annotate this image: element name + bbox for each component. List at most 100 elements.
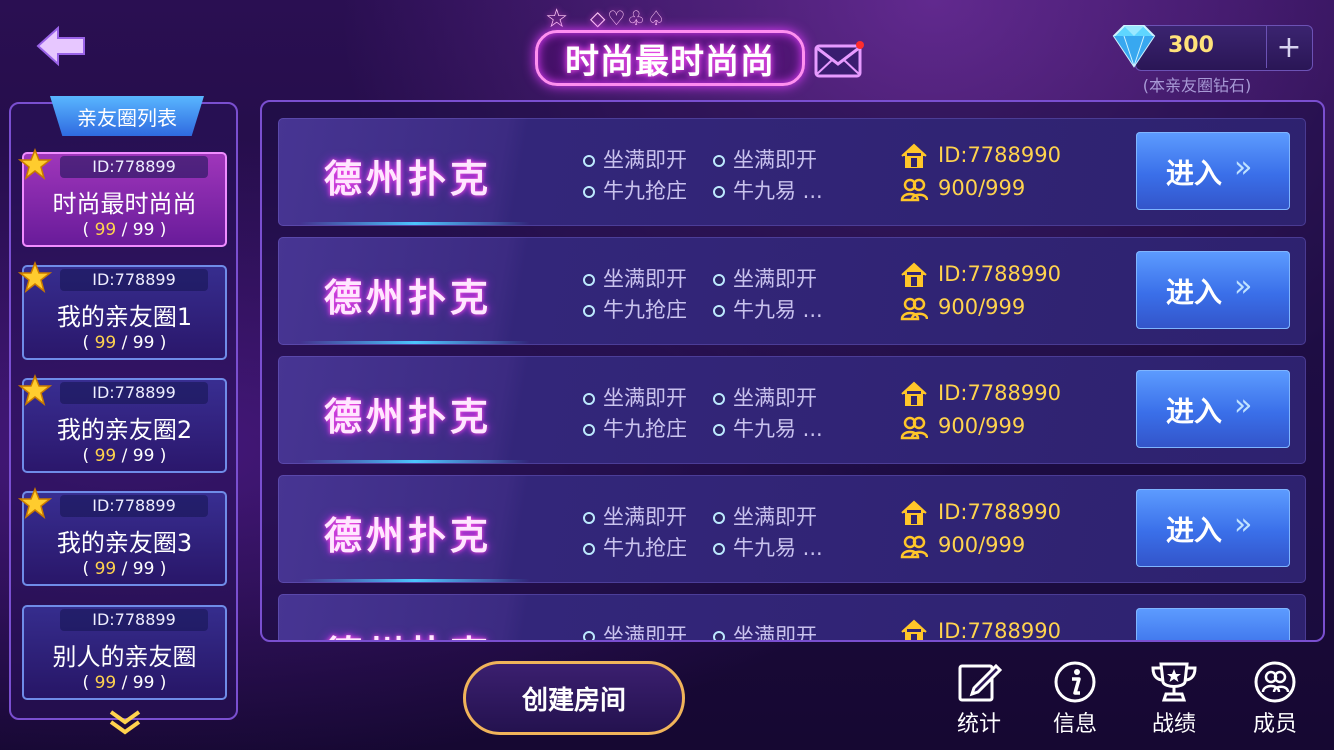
- circle-member-count: ( 99 / 99 ): [82, 446, 167, 466]
- edit-icon: [958, 663, 1002, 702]
- room-rule: 牛九易 ...: [713, 532, 823, 562]
- enter-label: 进入: [1166, 395, 1223, 428]
- enter-room-button[interactable]: 进入 »: [1136, 489, 1290, 567]
- circle-list-item[interactable]: ID:778899 我的亲友圈3 ( 99 / 99 ): [18, 487, 227, 586]
- people-icon: [900, 178, 929, 202]
- people-icon: [900, 297, 929, 321]
- enter-label: 进入: [1166, 514, 1223, 547]
- house-icon: [901, 619, 927, 640]
- circle-list-item[interactable]: ID:778899 我的亲友圈1 ( 99 / 99 ): [18, 261, 227, 360]
- nav-label: 战绩: [1151, 712, 1196, 737]
- room-rule: 牛九抢庄: [583, 413, 687, 443]
- circle-list-header: 亲友圈列表: [50, 96, 204, 136]
- circle-name: 我的亲友圈1: [56, 303, 193, 331]
- room-card: 德州扑克 坐满即开 坐满即开 牛九抢庄 牛九易 ... ID:7788990 9…: [278, 356, 1306, 464]
- nav-label: 成员: [1252, 712, 1297, 737]
- notification-dot: [856, 41, 864, 49]
- room-rule: 坐满即开: [583, 263, 687, 293]
- nav-info-button[interactable]: 信息: [1040, 660, 1110, 740]
- room-card: 德州扑克 坐满即开 坐满即开 牛九抢庄 牛九易 ... ID:7788990 9…: [278, 237, 1306, 345]
- house-icon: [901, 143, 927, 168]
- nav-members-button[interactable]: 成员: [1240, 660, 1310, 740]
- card-suits-decoration: ◇♡♧♤: [590, 6, 668, 30]
- info-icon: [1054, 661, 1096, 703]
- circle-name: 我的亲友圈2: [56, 416, 193, 444]
- people-icon: [900, 535, 929, 559]
- mail-button[interactable]: [814, 40, 864, 80]
- enter-room-button[interactable]: 进入 »: [1136, 370, 1290, 448]
- circle-id: ID:778899: [60, 495, 208, 517]
- room-id: ID:7788990: [900, 262, 1061, 288]
- room-card: 德州扑克 坐满即开 坐满即开 ID:7788990: [278, 594, 1306, 640]
- divider: [300, 341, 530, 344]
- people-icon: [900, 416, 929, 440]
- room-rule: 牛九易 ...: [713, 294, 823, 324]
- room-id: ID:7788990: [900, 619, 1061, 640]
- enter-label: 进入: [1166, 157, 1223, 190]
- room-rule: 牛九易 ...: [713, 175, 823, 205]
- double-chevron-down-icon: [109, 710, 141, 735]
- scroll-more-button[interactable]: [108, 708, 142, 738]
- divider: [300, 222, 530, 225]
- double-chevron-right-icon: »: [1234, 269, 1253, 304]
- circle-id: ID:778899: [60, 156, 208, 178]
- add-diamond-button[interactable]: +: [1266, 26, 1311, 68]
- house-icon: [901, 500, 927, 525]
- star-icon: [18, 261, 52, 293]
- create-room-button[interactable]: 创建房间: [463, 661, 685, 735]
- room-rule: 坐满即开: [583, 620, 687, 640]
- room-rule: 牛九抢庄: [583, 532, 687, 562]
- game-name: 德州扑克: [324, 276, 493, 320]
- double-chevron-right-icon: »: [1234, 507, 1253, 542]
- game-name: 德州扑克: [324, 157, 493, 201]
- nav-label: 信息: [1052, 712, 1097, 737]
- double-chevron-right-icon: »: [1234, 388, 1253, 423]
- divider: [300, 460, 530, 463]
- house-icon: [901, 381, 927, 406]
- star-icon: [18, 148, 52, 180]
- game-name: 德州扑克: [324, 395, 493, 439]
- circle-name: 我的亲友圈3: [56, 529, 193, 557]
- room-card: 德州扑克 坐满即开 坐满即开 牛九抢庄 牛九易 ... ID:7788990 9…: [278, 475, 1306, 583]
- diamond-icon: [1104, 22, 1164, 70]
- room-players: 900/999: [900, 533, 1025, 559]
- circle-id: ID:778899: [60, 269, 208, 291]
- game-name: 德州扑克: [324, 624, 492, 640]
- mail-icon: [814, 41, 864, 78]
- enter-label: 进入: [1166, 276, 1223, 309]
- circle-list-item[interactable]: ID:778899 别人的亲友圈 ( 99 / 99 ): [22, 605, 227, 700]
- circle-name: 时尚最时尚尚: [52, 190, 197, 218]
- back-arrow-icon: [36, 25, 85, 67]
- circle-member-count: ( 99 / 99 ): [82, 220, 167, 240]
- nav-statistics-button[interactable]: 统计: [944, 660, 1014, 740]
- enter-room-button[interactable]: 进入 »: [1136, 251, 1290, 329]
- room-rule: 坐满即开: [583, 382, 687, 412]
- nav-record-button[interactable]: 战绩: [1139, 660, 1209, 740]
- room-id: ID:7788990: [900, 500, 1061, 526]
- members-icon: [1254, 661, 1296, 703]
- room-rule: 坐满即开: [583, 501, 687, 531]
- room-id: ID:7788990: [900, 381, 1061, 407]
- room-players: 900/999: [900, 176, 1025, 202]
- nav-label: 统计: [956, 712, 1001, 737]
- room-id: ID:7788990: [900, 143, 1061, 169]
- enter-room-button[interactable]: [1136, 608, 1290, 640]
- circle-list-item[interactable]: ID:778899 时尚最时尚尚 ( 99 / 99 ): [18, 148, 227, 247]
- circle-member-count: ( 99 / 99 ): [82, 673, 167, 693]
- circle-member-count: ( 99 / 99 ): [82, 559, 167, 579]
- circle-member-count: ( 99 / 99 ): [82, 333, 167, 353]
- star-icon: [18, 374, 52, 406]
- star-icon: [18, 487, 52, 519]
- room-rule: 坐满即开: [713, 382, 817, 412]
- back-button[interactable]: [34, 22, 88, 70]
- diamond-count: 300: [1168, 33, 1214, 58]
- room-players: 900/999: [900, 414, 1025, 440]
- circle-list-item[interactable]: ID:778899 我的亲友圈2 ( 99 / 99 ): [18, 374, 227, 473]
- room-players: 900/999: [900, 295, 1025, 321]
- circle-id: ID:778899: [60, 609, 208, 631]
- divider: [300, 579, 530, 582]
- page-title: 时尚最时尚尚: [565, 41, 775, 82]
- enter-room-button[interactable]: 进入 »: [1136, 132, 1290, 210]
- diamond-caption: (本亲友圈钻石): [1142, 76, 1252, 95]
- room-list-panel: 德州扑克 坐满即开 坐满即开 牛九抢庄 牛九易 ... ID:7788990 9…: [260, 100, 1325, 642]
